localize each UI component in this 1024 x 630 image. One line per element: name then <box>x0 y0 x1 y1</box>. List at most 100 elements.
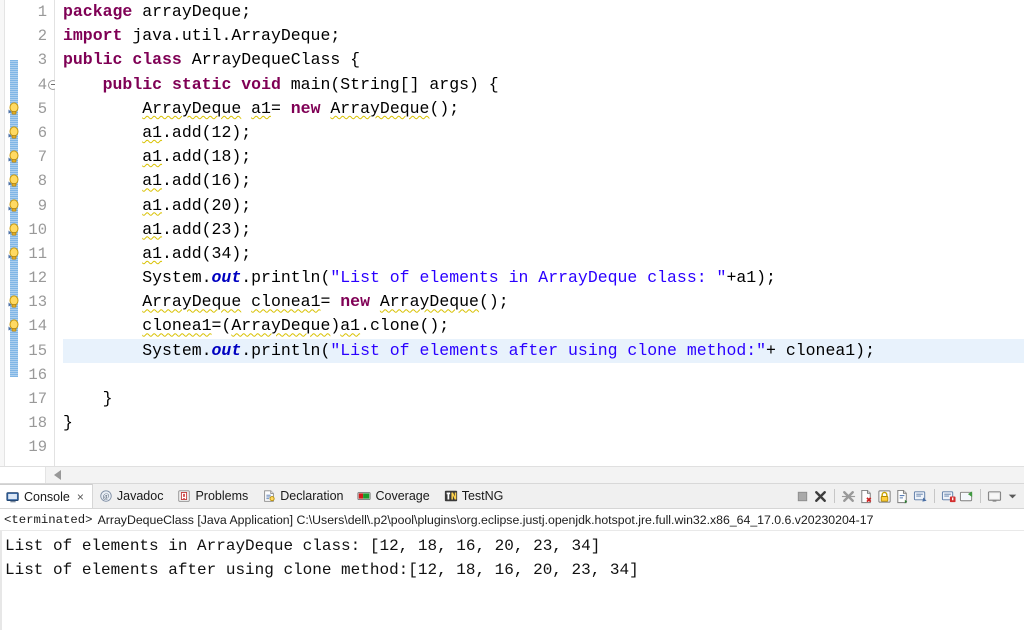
line-number: 16 <box>22 363 47 387</box>
pin-console-button[interactable] <box>959 489 974 504</box>
console-output-line: List of elements after using clone metho… <box>5 561 639 579</box>
coverage-icon <box>357 489 372 503</box>
marker-slot <box>5 387 22 411</box>
marker-slot <box>5 435 22 459</box>
show-console-on-error-button[interactable] <box>941 489 956 504</box>
code-line[interactable]: clonea1=(ArrayDeque)a1.clone(); <box>63 314 1024 338</box>
marker-slot <box>5 24 22 48</box>
warning-marker[interactable] <box>5 242 22 266</box>
line-number: 1 <box>22 0 47 24</box>
console-output[interactable]: List of elements in ArrayDeque class: [1… <box>0 531 1024 630</box>
warning-marker[interactable] <box>5 194 22 218</box>
toolbar-separator <box>834 489 835 503</box>
line-number: 5 <box>22 97 47 121</box>
line-number: 19 <box>22 435 47 459</box>
scroll-lock-button[interactable] <box>877 489 892 504</box>
terminate-all-button[interactable] <box>813 489 828 504</box>
code-line[interactable]: System.out.println("List of elements in … <box>63 266 1024 290</box>
console-toolbar[interactable] <box>795 484 1024 508</box>
tab-label: Problems <box>195 489 249 503</box>
line-number: 12 <box>22 266 47 290</box>
code-line[interactable]: public class ArrayDequeClass { <box>63 48 1024 72</box>
close-icon[interactable]: × <box>77 490 84 504</box>
editor-horizontal-scrollbar[interactable] <box>0 466 1024 483</box>
line-number: 15 <box>22 339 47 363</box>
warning-marker[interactable] <box>5 145 22 169</box>
code-line[interactable]: package arrayDeque; <box>63 0 1024 24</box>
code-line[interactable]: a1.add(18); <box>63 145 1024 169</box>
word-wrap-button[interactable] <box>895 489 910 504</box>
view-tab-bar[interactable]: Console × @ Javadoc Problems Declaration Cover… <box>0 484 1024 509</box>
display-selected-console-button[interactable] <box>987 489 1002 504</box>
scroll-left-arrow-icon[interactable] <box>54 470 61 480</box>
code-line[interactable]: a1.add(12); <box>63 121 1024 145</box>
line-number: 11 <box>22 242 47 266</box>
code-line[interactable]: import java.util.ArrayDeque; <box>63 24 1024 48</box>
warning-marker[interactable] <box>5 97 22 121</box>
line-number: 13 <box>22 290 47 314</box>
tab-label: Javadoc <box>116 489 164 503</box>
tab-problems[interactable]: Problems <box>171 484 256 508</box>
code-line[interactable]: a1.add(16); <box>63 169 1024 193</box>
open-console-menu-button[interactable] <box>1005 489 1020 504</box>
code-line[interactable]: a1.add(20); <box>63 194 1024 218</box>
tab-label: Declaration <box>280 489 344 503</box>
terminate-button[interactable] <box>795 489 810 504</box>
show-console-on-output-button[interactable] <box>913 489 928 504</box>
warning-marker[interactable] <box>5 169 22 193</box>
tab-coverage[interactable]: Coverage <box>351 484 437 508</box>
tab-javadoc[interactable]: @ Javadoc <box>93 484 172 508</box>
problems-icon <box>177 489 191 503</box>
marker-gutter[interactable] <box>5 0 22 466</box>
marker-slot <box>5 0 22 24</box>
code-line[interactable]: } <box>63 387 1024 411</box>
tab-console[interactable]: Console × <box>0 484 93 508</box>
line-number: 2 <box>22 24 47 48</box>
warning-marker[interactable] <box>5 121 22 145</box>
code-line[interactable]: a1.add(34); <box>63 242 1024 266</box>
line-number-text: 13 <box>28 293 47 312</box>
remove-all-terminated-button[interactable] <box>841 489 856 504</box>
line-number: 18 <box>22 411 47 435</box>
line-number: 7 <box>22 145 47 169</box>
code-line[interactable]: public static void main(String[] args) { <box>63 73 1024 97</box>
svg-text:@: @ <box>103 493 110 501</box>
warning-marker[interactable] <box>5 218 22 242</box>
scrollbar-left-pad <box>0 467 46 483</box>
editor-body[interactable]: 1 2 3 4 5 6 7 8 9 10 11 12 13 14 15 16 17 18 19 package ar… <box>0 0 1024 466</box>
javadoc-icon: @ <box>99 489 113 503</box>
code-line[interactable]: } <box>63 411 1024 435</box>
code-line[interactable] <box>63 435 1024 459</box>
toolbar-separator <box>980 489 981 503</box>
code-line[interactable] <box>63 363 1024 387</box>
console-output-line: List of elements in ArrayDeque class: [1… <box>5 537 601 555</box>
line-number: 6 <box>22 121 47 145</box>
marker-slot <box>5 363 22 387</box>
line-number-text: 10 <box>28 220 47 239</box>
clear-console-button[interactable] <box>859 489 874 504</box>
line-number: 3 <box>22 48 47 72</box>
line-number-text: 5 <box>37 99 47 118</box>
code-line[interactable]: a1.add(23); <box>63 218 1024 242</box>
line-number-text: 11 <box>28 244 47 263</box>
code-line[interactable]: ArrayDeque a1= new ArrayDeque(); <box>63 97 1024 121</box>
toolbar-separator <box>934 489 935 503</box>
line-number-text: 2 <box>37 27 47 46</box>
warning-marker[interactable] <box>5 290 22 314</box>
marker-slot <box>5 266 22 290</box>
testng-icon <box>444 489 458 503</box>
line-number: 10 <box>22 218 47 242</box>
code-text-area[interactable]: package arrayDeque; import java.util.Arra… <box>55 0 1024 466</box>
line-number-text: 17 <box>28 390 47 408</box>
tab-testng[interactable]: TestNG <box>438 484 512 508</box>
tab-declaration[interactable]: Declaration <box>256 484 351 508</box>
line-number-text: 3 <box>37 51 47 70</box>
line-number: 8 <box>22 169 47 193</box>
code-line[interactable]: ArrayDeque clonea1= new ArrayDeque(); <box>63 290 1024 314</box>
line-number-text: 18 <box>28 414 47 433</box>
line-number: 14 <box>22 314 47 338</box>
code-line[interactable]: System.out.println("List of elements aft… <box>63 338 1024 363</box>
warning-marker[interactable] <box>5 314 22 338</box>
line-number-text: 7 <box>37 148 47 167</box>
line-number-text: 8 <box>37 172 47 191</box>
